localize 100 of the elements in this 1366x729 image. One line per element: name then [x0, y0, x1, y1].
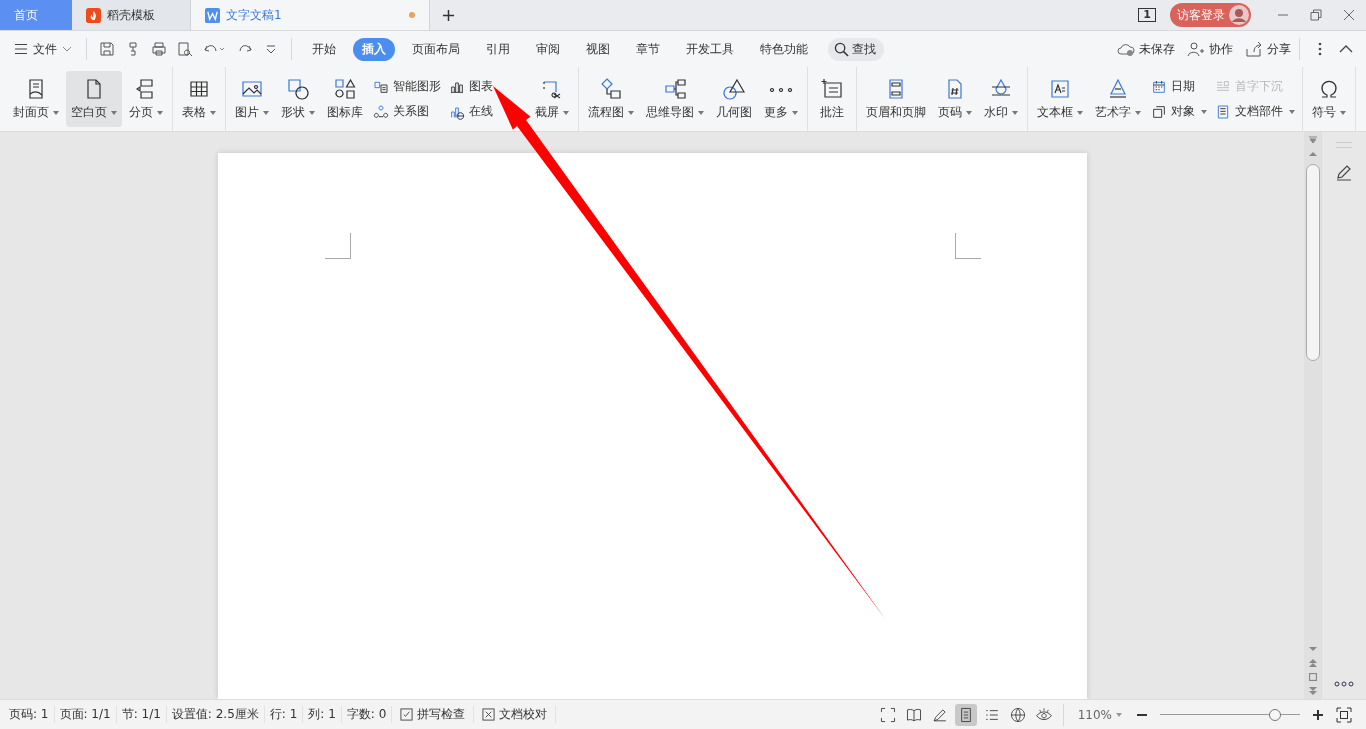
ruler-toggle-icon[interactable]	[1307, 136, 1318, 144]
action-button[interactable]: 协作	[1187, 40, 1233, 58]
text-box-icon	[1048, 77, 1072, 101]
view-button[interactable]	[954, 703, 977, 726]
zoom-out-icon[interactable]	[1136, 713, 1148, 716]
chevron-down-icon	[62, 46, 72, 52]
zoom-dropdown[interactable]: 110%	[1077, 707, 1122, 722]
ribbon-button[interactable]: 对象	[1151, 103, 1207, 120]
preview-icon[interactable]	[177, 41, 193, 57]
plus-icon[interactable]	[442, 8, 455, 22]
search-icon	[834, 41, 849, 57]
login-button[interactable]: 访客登录	[1170, 3, 1251, 27]
browse-object-icon[interactable]	[1307, 673, 1318, 681]
ribbon-button[interactable]: 关系图	[373, 103, 429, 120]
action-button[interactable]: 未保存	[1117, 40, 1175, 58]
object-icon	[1151, 103, 1167, 120]
more-icon	[769, 86, 793, 92]
ribbon-button[interactable]: 流程图	[583, 71, 639, 127]
ribbon-button[interactable]: 页码	[933, 71, 977, 127]
book-icon	[905, 706, 922, 723]
pen-icon[interactable]	[1335, 164, 1353, 182]
ribbon-button[interactable]: 形状	[276, 71, 320, 127]
ribbon-tab[interactable]: 开发工具	[677, 37, 743, 61]
ribbon-button[interactable]: 截屏	[530, 71, 574, 127]
more-icon[interactable]	[1334, 681, 1354, 687]
document-icon	[1215, 103, 1231, 120]
zoom-in-icon[interactable]	[1312, 708, 1324, 721]
scroll-up-icon[interactable]	[1307, 150, 1318, 158]
ribbon-button[interactable]: 表格	[177, 71, 221, 127]
ribbon-tab[interactable]: 引用	[477, 37, 519, 61]
ribbon-button[interactable]: 批注	[812, 71, 852, 127]
ribbon-button[interactable]: 文档部件	[1215, 103, 1295, 120]
shapes-icon	[286, 77, 310, 101]
status-text: 节: 1/1	[116, 706, 167, 723]
flame-icon	[86, 7, 101, 23]
ribbon-button[interactable]: 智能图形	[373, 78, 441, 95]
file-menu-button[interactable]: 文件	[14, 40, 78, 58]
comment-icon	[820, 77, 844, 101]
search-button[interactable]: 查找	[828, 37, 884, 61]
flowchart-icon	[599, 77, 623, 101]
add-person-icon	[1187, 41, 1205, 57]
next-page-icon[interactable]	[1307, 687, 1318, 695]
ribbon-tab[interactable]: 审阅	[527, 37, 569, 61]
ribbon-button[interactable]: 思维导图	[641, 71, 709, 127]
circles-icon	[373, 103, 389, 120]
page-count-badge[interactable]: 1	[1138, 8, 1156, 22]
save-icon[interactable]	[99, 41, 115, 57]
ribbon-tab[interactable]: 开始	[303, 37, 345, 61]
restore-icon[interactable]	[1310, 9, 1322, 21]
ribbon-button[interactable]: 几何图	[711, 71, 757, 127]
document-tab[interactable]: 稻壳模板	[72, 0, 191, 30]
ribbon-button[interactable]: 封面页	[8, 71, 64, 127]
calendar-icon	[1151, 78, 1167, 95]
close-icon[interactable]	[1343, 9, 1355, 21]
ribbon-tab[interactable]: 页面布局	[403, 37, 469, 61]
action-button[interactable]: 分享	[1245, 40, 1291, 58]
scrollbar[interactable]	[1304, 132, 1321, 699]
share-icon	[1245, 41, 1263, 57]
margin-mark	[324, 233, 351, 259]
ribbon-button[interactable]: 符号	[1307, 71, 1351, 127]
scroll-down-icon[interactable]	[1307, 645, 1318, 653]
ribbon-button[interactable]: 分页	[124, 71, 168, 127]
status-text: 行: 1	[264, 706, 304, 723]
globe-icon	[1009, 706, 1026, 723]
status-button[interactable]: 文档校对	[474, 706, 557, 723]
ribbon-button[interactable]: 水印	[979, 71, 1023, 127]
fullscreen-icon	[879, 706, 896, 723]
ribbon-button[interactable]: 页眉和页脚	[861, 71, 931, 127]
cloud-icon	[1117, 41, 1135, 57]
ribbon-button[interactable]: 图表	[449, 78, 493, 95]
ribbon-button[interactable]: 在线	[449, 103, 493, 120]
pen-icon	[931, 706, 948, 723]
ribbon-button[interactable]: 图片	[230, 71, 274, 127]
print-icon[interactable]	[151, 41, 167, 57]
ribbon-tab[interactable]: 章节	[627, 37, 669, 61]
ribbon-tab[interactable]: 特色功能	[751, 37, 817, 61]
check-box-icon	[400, 708, 414, 721]
status-text: 设置值: 2.5厘米	[166, 706, 265, 723]
document-tab[interactable]: 文字文稿1	[191, 0, 430, 30]
status-text: 列: 1	[303, 706, 342, 723]
previous-page-icon[interactable]	[1307, 659, 1318, 667]
ribbon-button[interactable]: 更多	[759, 71, 803, 127]
shape-grid-icon	[333, 77, 357, 101]
status-text: 页码: 1	[4, 706, 55, 723]
avatar-icon	[1229, 5, 1249, 25]
ribbon-button[interactable]: 艺术字	[1090, 71, 1146, 127]
mind-map-icon	[663, 77, 687, 101]
status-text: 页面: 1/1	[54, 706, 117, 723]
geometry-icon	[722, 77, 746, 101]
ribbon-button[interactable]: 文本框	[1032, 71, 1088, 127]
cross-box-icon	[482, 708, 496, 721]
status-text: 字数: 0	[341, 706, 393, 723]
ribbon-tab[interactable]: 视图	[577, 37, 619, 61]
ribbon-button[interactable]: 空白页	[66, 71, 122, 127]
ribbon-button[interactable]: 图标库	[322, 71, 368, 127]
fit-page-icon[interactable]	[1336, 706, 1352, 723]
status-button[interactable]: 拼写检查	[392, 706, 475, 723]
caret-icon	[1116, 712, 1122, 717]
scroll-thumb[interactable]	[1305, 164, 1320, 361]
ribbon-button[interactable]: 日期	[1151, 78, 1195, 95]
